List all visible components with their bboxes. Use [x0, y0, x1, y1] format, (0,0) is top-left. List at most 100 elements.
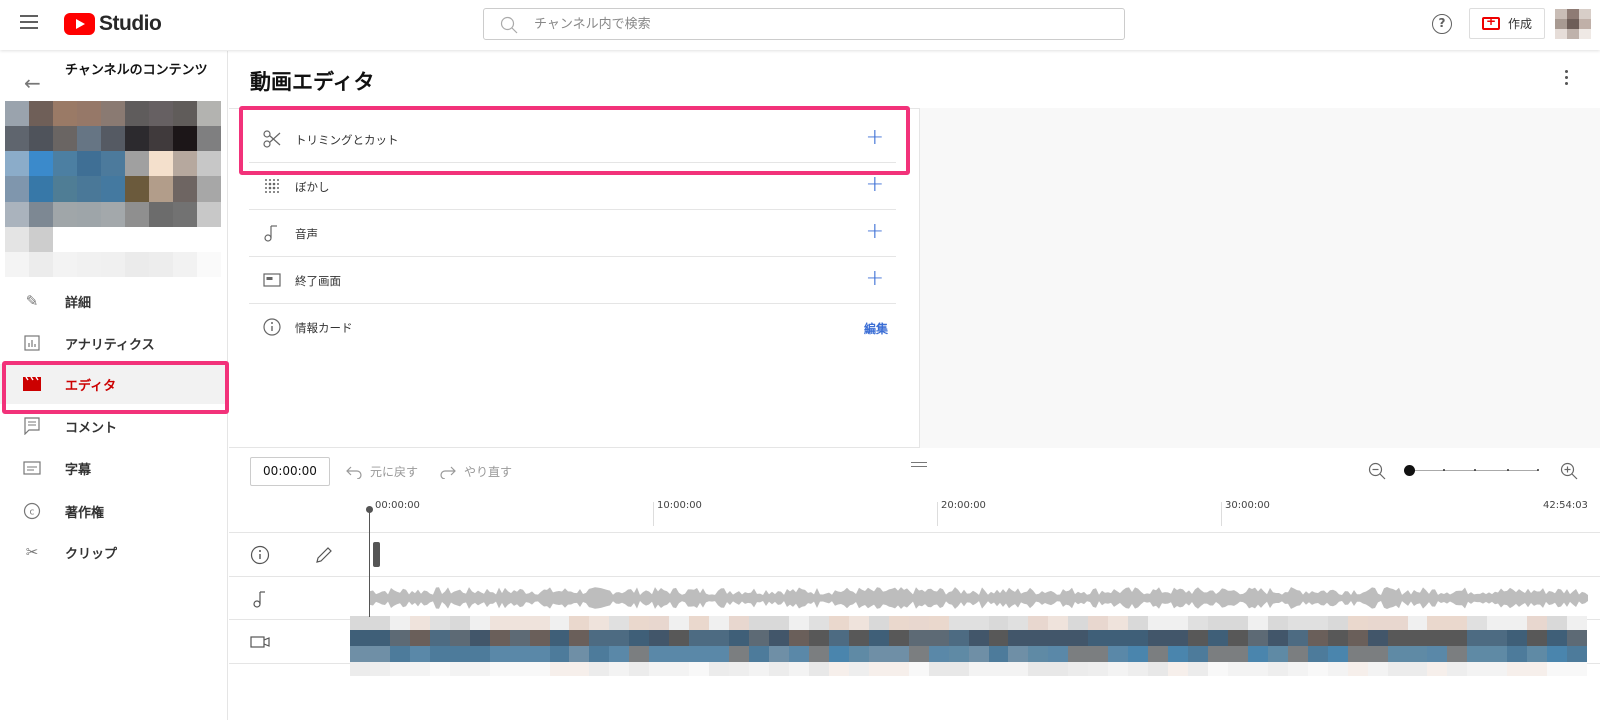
tool-trim[interactable]: トリミングとカット +: [249, 116, 896, 163]
sidebar-item-subtitles[interactable]: 字幕: [0, 448, 228, 488]
zoom-slider-track[interactable]: [1408, 470, 1538, 471]
avatar[interactable]: [1555, 9, 1591, 39]
filmstrip-frame: [1367, 630, 1388, 646]
filmstrip-frame: [1128, 630, 1149, 646]
filmstrip-frame: [1467, 630, 1488, 646]
create-video-icon: [1481, 14, 1500, 30]
filmstrip-frame: [1148, 662, 1169, 676]
sidebar-item-label: 詳細: [65, 295, 92, 311]
filmstrip-frame: [1367, 616, 1388, 630]
filmstrip-frame: [948, 646, 969, 662]
search-input[interactable]: [534, 9, 1114, 39]
filmstrip-frame: [1487, 616, 1508, 630]
filmstrip-frame: [389, 646, 410, 662]
tool-label: トリミングとカット: [295, 133, 399, 147]
filmstrip-frame: [469, 662, 490, 676]
youtube-play-icon: [64, 13, 95, 35]
tool-end-screen[interactable]: 終了画面 +: [249, 257, 896, 304]
filmstrip-frame: [928, 646, 949, 662]
sidebar-item-details[interactable]: ✎ 詳細: [0, 281, 228, 321]
filmstrip-frame: [1008, 630, 1029, 646]
zoom-slider-knob[interactable]: [1404, 465, 1415, 476]
help-icon[interactable]: ?: [1432, 14, 1452, 34]
playhead-handle[interactable]: [366, 506, 373, 513]
tick-label: 00:00:00: [375, 500, 420, 511]
channel-content-title: チャンネルのコンテンツ: [65, 63, 208, 78]
filmstrip-frame: [808, 662, 829, 676]
filmstrip-frame: [1467, 616, 1488, 630]
filmstrip-frame: [868, 646, 889, 662]
tool-blur[interactable]: ぼかし +: [249, 163, 896, 210]
clapperboard-icon: [22, 374, 42, 394]
menu-icon[interactable]: [20, 15, 40, 35]
add-audio-button[interactable]: +: [866, 221, 884, 243]
filmstrip-frame: [569, 646, 590, 662]
zoom-step-dot: [1537, 469, 1539, 471]
info-card-marker[interactable]: [373, 542, 380, 567]
filmstrip-frame: [1168, 646, 1189, 662]
filmstrip-frame: [1327, 646, 1348, 662]
filmstrip-frame: [1387, 646, 1408, 662]
timeline-ruler[interactable]: 00:00:00 10:00:00 20:00:00 30:00:00 42:5…: [229, 495, 1600, 533]
sidebar-item-comments[interactable]: コメント: [0, 406, 228, 446]
search-box[interactable]: [483, 8, 1125, 40]
filmstrip-frame: [769, 646, 789, 662]
redo-icon: [440, 466, 456, 479]
page-title: 動画エディタ: [250, 70, 375, 94]
filmstrip-frame: [828, 630, 849, 646]
filmstrip-frame: [908, 630, 929, 646]
sidebar-item-label: クリップ: [65, 546, 118, 562]
filmstrip-frame: [549, 662, 570, 676]
filmstrip-frame: [788, 630, 809, 646]
filmstrip-frame: [729, 630, 750, 646]
pencil-icon[interactable]: [314, 545, 334, 565]
filmstrip-frame: [1487, 662, 1508, 676]
filmstrip-frame: [1227, 646, 1248, 662]
audio-waveform: [370, 587, 1588, 609]
filmstrip-frame: [1267, 662, 1288, 676]
add-blur-button[interactable]: +: [866, 174, 884, 196]
resize-handle-icon[interactable]: [911, 462, 927, 470]
filmstrip-frame: [1387, 616, 1408, 630]
zoom-out-icon[interactable]: [1368, 462, 1386, 480]
filmstrip-frame: [968, 662, 989, 676]
filmstrip-frame: [1347, 662, 1368, 676]
filmstrip-frame: [529, 616, 550, 630]
sidebar-item-analytics[interactable]: アナリティクス: [0, 323, 228, 363]
filmstrip-frame: [1567, 630, 1588, 646]
filmstrip-frame: [1547, 630, 1568, 646]
tool-audio[interactable]: 音声 +: [249, 210, 896, 257]
filmstrip-frame: [669, 646, 690, 662]
edit-info-cards-link[interactable]: 編集: [864, 320, 888, 337]
tool-info-cards[interactable]: 情報カード 編集: [249, 304, 896, 351]
back-arrow-icon[interactable]: ←: [24, 71, 41, 95]
filmstrip-frame: [1008, 662, 1029, 676]
zoom-in-icon[interactable]: [1560, 462, 1578, 480]
filmstrip-frame: [988, 616, 1009, 630]
filmstrip-frame: [589, 662, 610, 676]
sidebar-item-copyright[interactable]: c 著作権: [0, 491, 228, 531]
info-track[interactable]: [229, 533, 1600, 577]
filmstrip-frame: [1227, 616, 1248, 630]
filmstrip-frame: [489, 662, 510, 676]
more-options-icon[interactable]: [1565, 70, 1569, 88]
current-time-field[interactable]: 00:00:00: [250, 457, 330, 486]
video-thumbnail[interactable]: [5, 101, 221, 277]
add-trim-button[interactable]: +: [866, 127, 884, 149]
studio-logo[interactable]: Studio: [64, 12, 162, 36]
filmstrip-frame: [689, 616, 710, 630]
sidebar-item-clips[interactable]: ✂ クリップ: [0, 532, 228, 572]
filmstrip-frame: [350, 630, 370, 646]
filmstrip-frame: [629, 616, 650, 630]
filmstrip-frame: [669, 662, 690, 676]
add-end-screen-button[interactable]: +: [866, 268, 884, 290]
undo-button[interactable]: 元に戻す: [346, 463, 418, 480]
sidebar-item-editor[interactable]: エディタ: [0, 364, 228, 404]
filmstrip-frame: [1387, 662, 1408, 676]
create-button[interactable]: 作成: [1469, 8, 1545, 39]
filmstrip-frame: [1068, 662, 1089, 676]
redo-button[interactable]: やり直す: [440, 463, 512, 480]
playhead[interactable]: [369, 507, 370, 617]
filmstrip-frame: [1287, 630, 1308, 646]
filmstrip-frame: [589, 630, 610, 646]
